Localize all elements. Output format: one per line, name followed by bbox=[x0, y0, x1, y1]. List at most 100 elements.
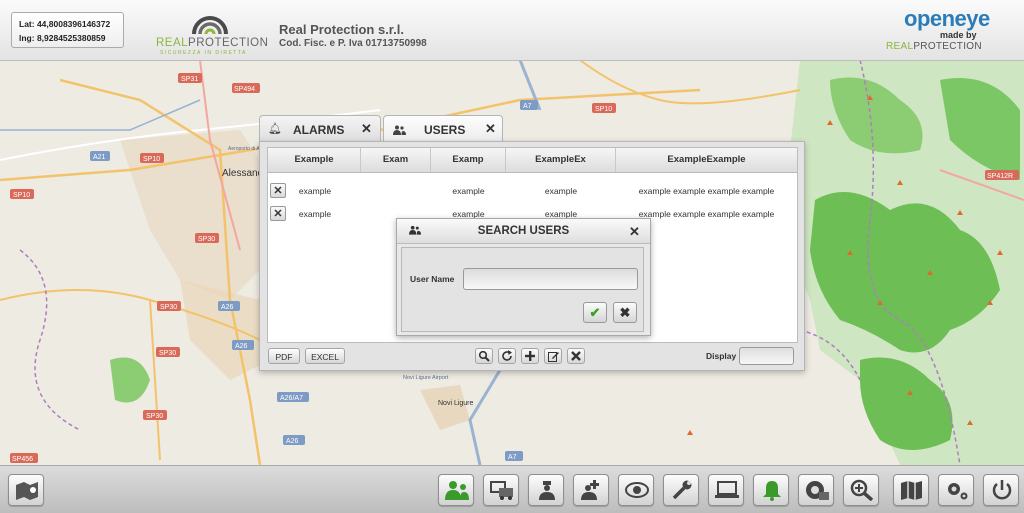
tools-button[interactable] bbox=[663, 474, 699, 506]
map-label: SP456 bbox=[12, 456, 33, 463]
close-icon[interactable]: ✕ bbox=[629, 224, 640, 240]
coordinates-panel: Lat: 44,8008396146372 lng: 8,92845253808… bbox=[11, 12, 124, 48]
header-bar: Lat: 44,8008396146372 lng: 8,92845253808… bbox=[0, 0, 1024, 61]
users-icon bbox=[445, 481, 469, 500]
close-icon[interactable]: ✕ bbox=[485, 121, 496, 137]
delete-button[interactable] bbox=[567, 348, 585, 364]
edit-button[interactable] bbox=[544, 348, 562, 364]
bell-icon bbox=[763, 481, 781, 501]
column-header[interactable]: ExampleEx bbox=[506, 148, 616, 172]
tab-users[interactable]: USERS ✕ bbox=[383, 115, 503, 142]
bottom-toolbar bbox=[0, 465, 1024, 513]
fiscal-code: Cod. Fisc. e P. Iva 01713750998 bbox=[279, 38, 427, 49]
table-toolbar: PDF EXCEL Display bbox=[267, 347, 798, 367]
column-header[interactable]: Examp bbox=[431, 148, 506, 172]
zoom-icon bbox=[850, 479, 874, 501]
table-cell: example bbox=[452, 186, 485, 196]
laptop-icon bbox=[715, 481, 739, 498]
add-icon bbox=[525, 351, 535, 361]
company-name: Real Protection s.r.l. bbox=[279, 22, 404, 37]
map-label: SP30 bbox=[160, 304, 177, 311]
refresh-button[interactable] bbox=[498, 348, 516, 364]
map-label: SP494 bbox=[234, 86, 255, 93]
map-airport-label: Novi Ligure Airport bbox=[403, 375, 449, 381]
vehicles-icon bbox=[490, 481, 513, 500]
medical-button[interactable] bbox=[573, 474, 609, 506]
table-header: Example Exam Examp ExampleEx ExampleExam… bbox=[268, 148, 797, 173]
map-label: SP412R bbox=[987, 173, 1013, 180]
search-form: User Name ✔ ✖ bbox=[401, 247, 644, 332]
laptop-button[interactable] bbox=[708, 474, 744, 506]
monitoring-button[interactable] bbox=[618, 474, 654, 506]
map-label: A26 bbox=[235, 343, 248, 350]
latitude-text: Lat: 44,8008396146372 bbox=[19, 19, 111, 29]
alarms-button[interactable] bbox=[753, 474, 789, 506]
map-home-icon bbox=[16, 482, 38, 500]
display-label: Display bbox=[706, 351, 737, 361]
users-button[interactable] bbox=[438, 474, 474, 506]
map-label: SP30 bbox=[159, 350, 176, 357]
map-label: SP30 bbox=[198, 236, 215, 243]
tools-icon bbox=[672, 480, 692, 500]
map-label: A7 bbox=[508, 454, 517, 461]
map-label: A26/A7 bbox=[280, 395, 303, 402]
users-icon bbox=[393, 125, 406, 135]
cancel-button[interactable]: ✖ bbox=[613, 302, 637, 323]
tab-alarms-label: ALARMS bbox=[293, 123, 345, 137]
table-cell: example bbox=[298, 186, 332, 196]
map-home-button[interactable] bbox=[8, 474, 44, 506]
user-name-input[interactable] bbox=[463, 268, 638, 290]
vehicles-button[interactable] bbox=[483, 474, 519, 506]
brand-left-tagline: SICUREZZA IN DIRETTA bbox=[160, 50, 247, 56]
dialog-title: SEARCH USERS bbox=[477, 225, 570, 237]
close-icon[interactable]: ✕ bbox=[361, 121, 372, 137]
guard-button[interactable] bbox=[528, 474, 564, 506]
user-name-label: User Name bbox=[410, 274, 455, 284]
display-input[interactable] bbox=[739, 347, 794, 365]
column-header[interactable]: Exam bbox=[361, 148, 431, 172]
eye-icon bbox=[625, 482, 649, 498]
pdf-button[interactable]: PDF bbox=[268, 348, 300, 364]
map-label: SP30 bbox=[146, 413, 163, 420]
settings-button[interactable] bbox=[938, 474, 974, 506]
dialog-title-bar[interactable]: SEARCH USERS ✕ bbox=[397, 219, 650, 244]
map-label: SP10 bbox=[143, 156, 160, 163]
settings-icon bbox=[948, 483, 968, 500]
camera-icon bbox=[806, 481, 829, 500]
tab-users-label: USERS bbox=[424, 123, 466, 137]
map-button[interactable] bbox=[893, 474, 929, 506]
delete-icon bbox=[571, 351, 581, 361]
column-header[interactable]: ExampleExample bbox=[616, 148, 797, 172]
table-row[interactable]: ✕ example example example example exampl… bbox=[268, 180, 797, 202]
excel-button[interactable]: EXCEL bbox=[305, 348, 345, 364]
made-by-text: made by bbox=[940, 30, 977, 40]
power-icon bbox=[992, 480, 1012, 500]
bell-icon: 🔔︎ bbox=[268, 123, 282, 135]
column-header[interactable]: Example bbox=[268, 148, 361, 172]
map-label: A21 bbox=[93, 154, 106, 161]
add-button[interactable] bbox=[521, 348, 539, 364]
map-label: A26 bbox=[221, 304, 234, 311]
map-label: A26 bbox=[286, 438, 299, 445]
search-users-dialog: SEARCH USERS ✕ User Name ✔ ✖ bbox=[396, 218, 651, 336]
power-button[interactable] bbox=[983, 474, 1019, 506]
map-label: SP10 bbox=[13, 192, 30, 199]
medical-icon bbox=[581, 480, 599, 500]
table-cell: example example example example bbox=[638, 186, 775, 196]
table-cell: example bbox=[544, 186, 578, 196]
longitude-text: lng: 8,9284525380859 bbox=[19, 33, 106, 43]
search-icon bbox=[478, 350, 490, 362]
zoom-button[interactable] bbox=[843, 474, 879, 506]
map-icon bbox=[901, 481, 922, 500]
search-button[interactable] bbox=[475, 348, 493, 364]
openeye-logo-word: openeye bbox=[904, 6, 990, 31]
camera-button[interactable] bbox=[798, 474, 834, 506]
confirm-button[interactable]: ✔ bbox=[583, 302, 607, 323]
brand-left-word: REALPROTECTION bbox=[156, 37, 269, 49]
map-label: SP10 bbox=[595, 106, 612, 113]
guard-icon bbox=[539, 481, 555, 500]
map-label: A7 bbox=[523, 103, 532, 110]
brand-right-word: REALPROTECTION bbox=[886, 41, 982, 52]
tab-alarms[interactable]: 🔔︎ ALARMS ✕ bbox=[259, 115, 381, 142]
map-city-label: Novi Ligure bbox=[438, 400, 474, 407]
